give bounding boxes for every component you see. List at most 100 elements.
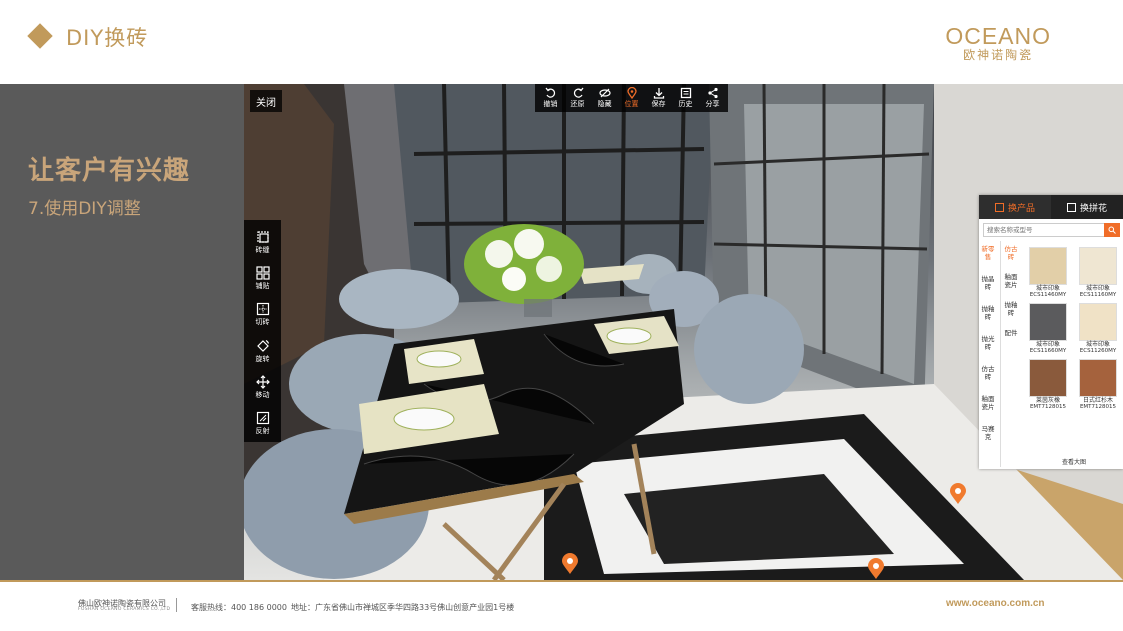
side-toolbar: 砖缝 铺贴 切砖 旋转 移动 反射 [244,220,281,442]
search-icon [1108,226,1116,234]
category-item[interactable]: 抛光砖 [981,335,995,351]
hide-button[interactable]: 隐藏 [591,84,618,112]
tab-change-pattern[interactable]: 换拼花 [1051,195,1123,219]
subcategory-item[interactable]: 仿古砖 [1004,245,1018,261]
search-button[interactable] [1104,223,1120,237]
reflect-button[interactable]: 反射 [244,406,281,442]
save-button[interactable]: 保存 [645,84,672,112]
category-item[interactable]: 釉面瓷片 [981,395,995,411]
paving-icon [255,266,270,280]
secondary-category-list: 仿古砖 釉面瓷片 抛釉砖 配件 [1004,245,1018,349]
divider [1000,241,1001,467]
subcategory-item[interactable]: 配件 [1004,329,1018,337]
share-icon [707,87,718,99]
history-button[interactable]: 历史 [672,84,699,112]
product-card[interactable]: 城市印象 ECS11260MY [1076,303,1120,355]
footer-divider [0,580,1123,582]
save-label: 保存 [651,100,666,108]
product-card[interactable]: 城市印象 ECS11460MY [1026,247,1070,299]
product-name: 城市印象 [1035,285,1060,292]
tile-gap-icon [256,231,269,243]
product-swatch [1029,359,1067,397]
product-code: EMT7128015 [1029,404,1067,410]
product-card[interactable]: 日式红杉木 EMT7128015 [1076,359,1120,411]
product-swatch [1079,247,1117,285]
rotate-label: 旋转 [255,354,270,363]
location-pin-icon[interactable] [867,558,885,580]
category-item[interactable]: 新零售 [981,245,995,261]
location-label: 位置 [624,100,639,108]
paving-label: 铺贴 [255,281,270,290]
product-card[interactable]: 城市印象 ECS11660MY [1026,303,1070,355]
tab-change-product-label: 换产品 [1007,203,1035,214]
product-code: ECS11160MY [1079,292,1117,298]
product-code: EMT7128015 [1079,404,1117,410]
product-swatch [1079,359,1117,397]
footer-separator [176,598,177,612]
product-name: 日式红杉木 [1082,397,1113,404]
product-panel: 换产品 换拼花 新零售 抛晶砖 抛釉砖 抛光砖 仿古砖 釉面瓷片 马赛克 [979,195,1123,469]
copy-icon [994,202,1004,212]
close-button[interactable]: 关闭 [250,90,282,112]
hide-label: 隐藏 [597,100,612,108]
reflect-icon [256,412,269,425]
reflect-label: 反射 [255,427,270,436]
product-name: 莱茵灰橡 [1035,397,1060,404]
top-toolbar: 撤销 还原 隐藏 位置 保存 历史 分享 [535,84,728,112]
pattern-icon [1066,202,1076,212]
primary-category-list: 新零售 抛晶砖 抛釉砖 抛光砖 仿古砖 釉面瓷片 马赛克 [981,245,995,455]
cut-tile-icon [256,303,269,316]
product-card[interactable]: 莱茵灰橡 EMT7128015 [1026,359,1070,411]
logo-text: OCEANO [945,23,1051,49]
tab-change-pattern-label: 换拼花 [1079,203,1107,214]
search-input[interactable] [983,223,1105,237]
category-item[interactable]: 抛晶砖 [981,275,995,291]
intro-subheading: 7.使用DIY调整 [28,199,141,219]
cut-tile-label: 切砖 [255,318,270,327]
product-swatch [1029,303,1067,341]
diamond-icon [27,23,53,49]
product-grid: 城市印象 ECS11460MY 城市印象 ECS11160MY 城市印象 ECS… [1026,247,1122,411]
cut-tile-button[interactable]: 切砖 [244,297,281,333]
subcategory-item[interactable]: 釉面瓷片 [1004,273,1018,289]
paving-button[interactable]: 铺贴 [244,260,281,296]
tab-change-product[interactable]: 换产品 [979,195,1051,219]
product-code: ECS11260MY [1079,348,1117,354]
product-swatch [1029,247,1067,285]
product-card[interactable]: 城市印象 ECS11160MY [1076,247,1120,299]
download-icon [653,88,664,99]
product-name: 城市印象 [1035,341,1060,348]
redo-button[interactable]: 还原 [564,84,591,112]
share-label: 分享 [705,100,720,108]
move-button[interactable]: 移动 [244,369,281,405]
subcategory-item[interactable]: 抛釉砖 [1004,301,1018,317]
category-item[interactable]: 抛釉砖 [981,305,995,321]
product-panel-tabs: 换产品 换拼花 [979,195,1123,219]
undo-icon [544,87,555,98]
view-large-link[interactable]: 查看大图 [1026,457,1122,466]
category-item[interactable]: 马赛克 [981,425,995,441]
product-code: ECS11460MY [1029,292,1067,298]
product-name: 城市印象 [1085,285,1110,292]
intro-heading: 让客户有兴趣 [28,156,191,186]
address: 地址：广东省佛山市禅城区季华四路33号佛山创意产业园1号楼 [291,603,515,612]
rotate-button[interactable]: 旋转 [244,333,281,369]
history-icon [680,87,691,99]
share-button[interactable]: 分享 [699,84,726,112]
website-link[interactable]: www.oceano.com.cn [946,598,1045,609]
tile-gap-label: 砖缝 [255,245,270,254]
category-item[interactable]: 仿古砖 [981,365,995,381]
redo-label: 还原 [570,100,585,108]
history-label: 历史 [678,100,693,108]
render-viewport[interactable]: 关闭 撤销 还原 隐藏 位置 保存 历史 分享 砖缝 铺贴 切砖 旋转 移动 反… [244,84,1123,580]
product-name: 城市印象 [1085,341,1110,348]
tile-gap-button[interactable]: 砖缝 [244,224,281,260]
hotline: 客服热线：400 186 0000 [191,603,287,612]
location-pin-icon[interactable] [561,553,579,575]
rotate-icon [256,339,269,352]
location-button[interactable]: 位置 [618,84,645,112]
slide: DIY换砖 OCEANO 欧神诺陶瓷 让客户有兴趣 7.使用DIY调整 关闭 撤… [0,0,1123,631]
undo-button[interactable]: 撤销 [537,84,564,112]
location-pin-icon[interactable] [949,483,967,505]
logo-subtext: 欧神诺陶瓷 [963,48,1034,62]
